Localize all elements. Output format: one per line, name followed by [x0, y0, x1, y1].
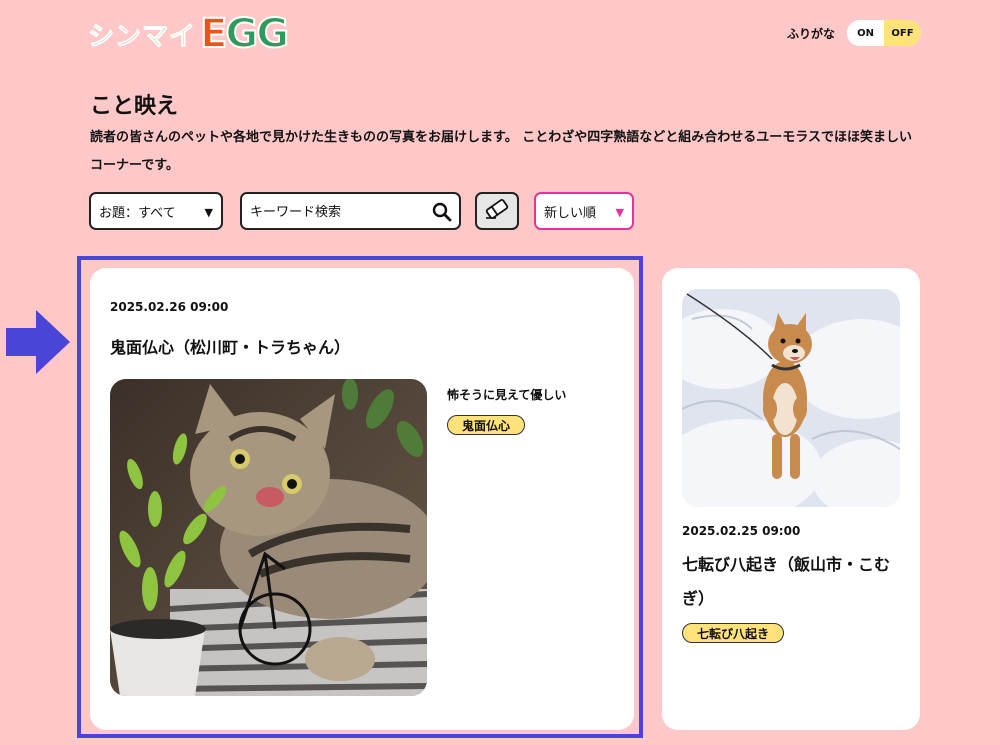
search-box[interactable] [240, 192, 461, 230]
post-caption: 怖そうに見えて優しい [447, 388, 567, 402]
search-input[interactable] [242, 194, 432, 230]
eraser-icon [484, 198, 510, 224]
post-tag[interactable]: 七転び八起き [682, 623, 785, 643]
search-icon[interactable] [432, 202, 452, 226]
post-card[interactable]: 2025.02.25 09:00 七転び八起き（飯山市・こむぎ） 七転び八起き [662, 268, 920, 730]
arrow-right-icon [6, 310, 70, 378]
logo-char: G [255, 11, 290, 57]
toggle-off-option[interactable]: OFF [884, 20, 921, 46]
furigana-toggle[interactable]: ON OFF [847, 20, 921, 46]
page-description: 読者の皆さんのペットや各地で見かけた生きものの写真をお届けします。 ことわざや四… [90, 130, 912, 173]
logo-char: ン [115, 21, 143, 52]
logo-char: G [224, 11, 259, 57]
site-logo[interactable]: シ ン マ イ E G G [87, 10, 290, 58]
furigana-label: ふりがな [787, 27, 836, 41]
page-title: こと映え [90, 94, 179, 119]
post-card[interactable]: 2025.02.26 09:00 鬼面仏心（松川町・トラちゃん） 怖そうに見えて… [90, 268, 634, 730]
logo-char: イ [169, 21, 197, 52]
post-photo[interactable] [682, 289, 900, 507]
post-photo[interactable] [110, 379, 427, 696]
logo-egg: E G G [199, 11, 290, 57]
topic-select[interactable]: お題：すべて ▼ [89, 192, 223, 230]
toggle-on-option[interactable]: ON [847, 20, 884, 46]
sort-select-value: 新しい順 [544, 205, 597, 221]
logo-char: マ [142, 21, 170, 52]
post-tag[interactable]: 鬼面仏心 [447, 415, 526, 435]
post-title[interactable]: 七転び八起き（飯山市・こむぎ） [682, 548, 902, 616]
post-date: 2025.02.26 09:00 [110, 300, 229, 314]
caret-down-icon: ▼ [615, 206, 624, 219]
clear-button[interactable] [475, 192, 519, 230]
logo-char: シ [87, 21, 116, 52]
post-date: 2025.02.25 09:00 [682, 524, 801, 538]
post-title[interactable]: 鬼面仏心（松川町・トラちゃん） [110, 334, 350, 358]
sort-select[interactable]: 新しい順 ▼ [534, 192, 634, 230]
logo-kana: シ ン マ イ [87, 16, 197, 53]
caret-down-icon: ▼ [204, 206, 213, 219]
logo-char: E [199, 11, 228, 57]
topic-select-value: お題：すべて [99, 205, 176, 221]
